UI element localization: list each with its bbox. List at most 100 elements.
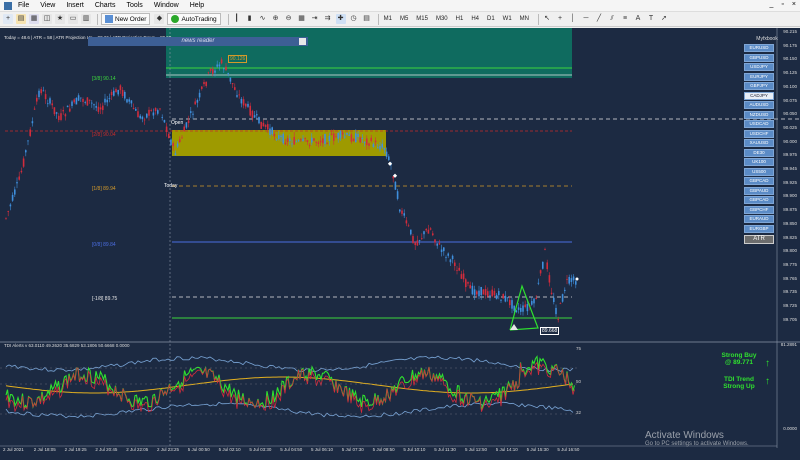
tester-icon[interactable]: ▥ — [81, 14, 91, 24]
zoom-in-icon[interactable]: ⊕ — [271, 14, 281, 24]
chart-area[interactable]: Today = 48.6 | ATR = 58 | ATR Projection… — [0, 28, 800, 460]
data-window-icon[interactable]: ◫ — [42, 14, 52, 24]
close-icon[interactable]: × — [792, 1, 796, 8]
menu-view[interactable]: View — [40, 2, 55, 9]
menu-insert[interactable]: Insert — [66, 2, 84, 9]
symbol-button-gbpaud[interactable]: GBPAUD — [744, 186, 774, 195]
menu-file[interactable]: File — [18, 2, 29, 9]
restore-icon[interactable]: ▫ — [781, 1, 783, 8]
candle-body — [399, 209, 401, 212]
symbol-button-eurjpy[interactable]: EURJPY — [744, 72, 774, 81]
indicators-icon[interactable]: ✚ — [335, 14, 346, 24]
high-price-tag: 90.126 — [228, 55, 248, 63]
symbol-button-gbpjpy[interactable]: GBPJPY — [744, 82, 774, 90]
chart-shift-icon[interactable]: ⇥ — [310, 14, 320, 24]
symbol-button-usdjpy[interactable]: USDJPY — [744, 63, 774, 71]
candle-body — [313, 138, 315, 141]
metaeditor-icon[interactable]: ◆ — [154, 14, 165, 24]
candle-body — [137, 111, 139, 118]
arrows-icon[interactable]: ➚ — [659, 14, 669, 24]
zoom-out-icon[interactable]: ⊖ — [284, 14, 294, 24]
symbol-button-euraud[interactable]: EURAUD — [744, 215, 774, 223]
symbol-button-eurusd[interactable]: EURUSD — [744, 44, 774, 52]
symbol-button-gbpusd[interactable]: GBPUSD — [744, 53, 774, 62]
atr-button[interactable]: ATR — [744, 234, 774, 244]
symbol-button-xauusd[interactable]: XAUUSD — [744, 139, 774, 147]
time-axis-label: 5 Jul 04:50 — [280, 447, 303, 452]
bar-chart-icon[interactable]: ┃ — [232, 14, 242, 24]
text-icon[interactable]: A — [633, 14, 643, 24]
candle-body — [216, 64, 218, 67]
templates-icon[interactable]: ▤ — [362, 14, 372, 24]
candle-body — [282, 133, 284, 144]
menu-tools[interactable]: Tools — [126, 2, 142, 9]
timeframe-mn[interactable]: MN — [518, 16, 531, 22]
timeframe-d1[interactable]: D1 — [485, 16, 497, 22]
symbol-button-audusd[interactable]: AUDUSD — [744, 101, 774, 109]
level-label-1-8: [1/8] 89.94 — [92, 186, 116, 192]
symbol-button-nzdusd[interactable]: NZDUSD — [744, 110, 774, 119]
cursor-icon[interactable]: ↖ — [542, 14, 552, 24]
symbol-button-eurgbp[interactable]: EURGBP — [744, 224, 774, 233]
symbol-button-uk100[interactable]: UK100 — [744, 158, 774, 166]
fibonacci-icon[interactable]: ≡ — [620, 14, 630, 24]
candle-body — [163, 120, 166, 123]
menu-charts[interactable]: Charts — [95, 2, 116, 9]
symbol-button-usdcad[interactable]: USDCAD — [744, 120, 774, 128]
candle-body — [170, 139, 172, 145]
candle-body — [471, 285, 474, 295]
tile-windows-icon[interactable]: ▦ — [297, 14, 307, 24]
timeframe-w1[interactable]: W1 — [501, 16, 514, 22]
timeframe-m1[interactable]: M1 — [382, 16, 394, 22]
candle-body — [467, 282, 469, 284]
candle-body — [267, 124, 269, 130]
news-reader-bar[interactable]: news reader — [88, 37, 308, 46]
timeframe-m30[interactable]: M30 — [434, 16, 450, 22]
market-watch-icon[interactable]: ▦ — [29, 14, 39, 24]
timeframe-m15[interactable]: M15 — [414, 16, 430, 22]
candle-body — [550, 292, 553, 295]
symbol-button-gbpcad[interactable]: GBPCAD — [744, 177, 774, 185]
crosshair-icon[interactable]: + — [555, 14, 565, 24]
candlestick-icon[interactable]: ▮ — [245, 14, 255, 24]
new-chart-icon[interactable]: + — [3, 14, 13, 24]
symbol-button-us500[interactable]: US500 — [744, 167, 774, 176]
timeframe-h1[interactable]: H1 — [454, 16, 466, 22]
terminal-icon[interactable]: ▭ — [68, 14, 78, 24]
candle-body — [55, 112, 58, 114]
horizontal-line-icon[interactable]: ─ — [581, 14, 591, 24]
symbol-button-usdchf[interactable]: USDCHF — [744, 129, 774, 138]
signal-marker-icon — [387, 161, 393, 166]
news-reader-close-icon[interactable] — [299, 38, 306, 45]
symbol-button-gbpcad[interactable]: GBPCAD — [744, 196, 774, 204]
minimize-icon[interactable]: _ — [770, 1, 774, 8]
candle-body — [421, 237, 423, 239]
line-chart-icon[interactable]: ∿ — [258, 14, 268, 24]
autoscroll-icon[interactable]: ⇉ — [323, 14, 333, 24]
symbol-button-cadjpy[interactable]: CADJPY — [744, 91, 774, 100]
profiles-icon[interactable]: ▤ — [16, 14, 26, 24]
candle-body — [333, 133, 335, 141]
channel-icon[interactable]: ⫽ — [607, 14, 617, 24]
candle-body — [27, 140, 29, 142]
symbol-button-de30[interactable]: DE30 — [744, 148, 774, 157]
menu-help[interactable]: Help — [190, 2, 204, 9]
menu-window[interactable]: Window — [154, 2, 179, 9]
periods-icon[interactable]: ◷ — [349, 14, 359, 24]
candle-body — [359, 137, 361, 143]
candle-body — [570, 278, 573, 282]
new-order-button[interactable]: New Order — [101, 13, 151, 25]
symbol-button-gbpchf[interactable]: GBPCHF — [744, 205, 774, 214]
timeframe-h4[interactable]: H4 — [469, 16, 481, 22]
timeframe-m5[interactable]: M5 — [398, 16, 410, 22]
signal-trend-value: Strong Up — [723, 383, 755, 390]
autotrading-label: AutoTrading — [181, 15, 217, 23]
trendline-icon[interactable]: ╱ — [594, 14, 604, 24]
label-icon[interactable]: T — [646, 14, 656, 24]
candle-body — [465, 279, 467, 288]
signal-buy-price: @ 89.771 — [724, 359, 754, 366]
vertical-line-icon[interactable]: │ — [568, 14, 578, 24]
candle-body — [192, 113, 194, 115]
autotrading-button[interactable]: AutoTrading — [167, 13, 221, 25]
navigator-icon[interactable]: ★ — [55, 14, 65, 24]
